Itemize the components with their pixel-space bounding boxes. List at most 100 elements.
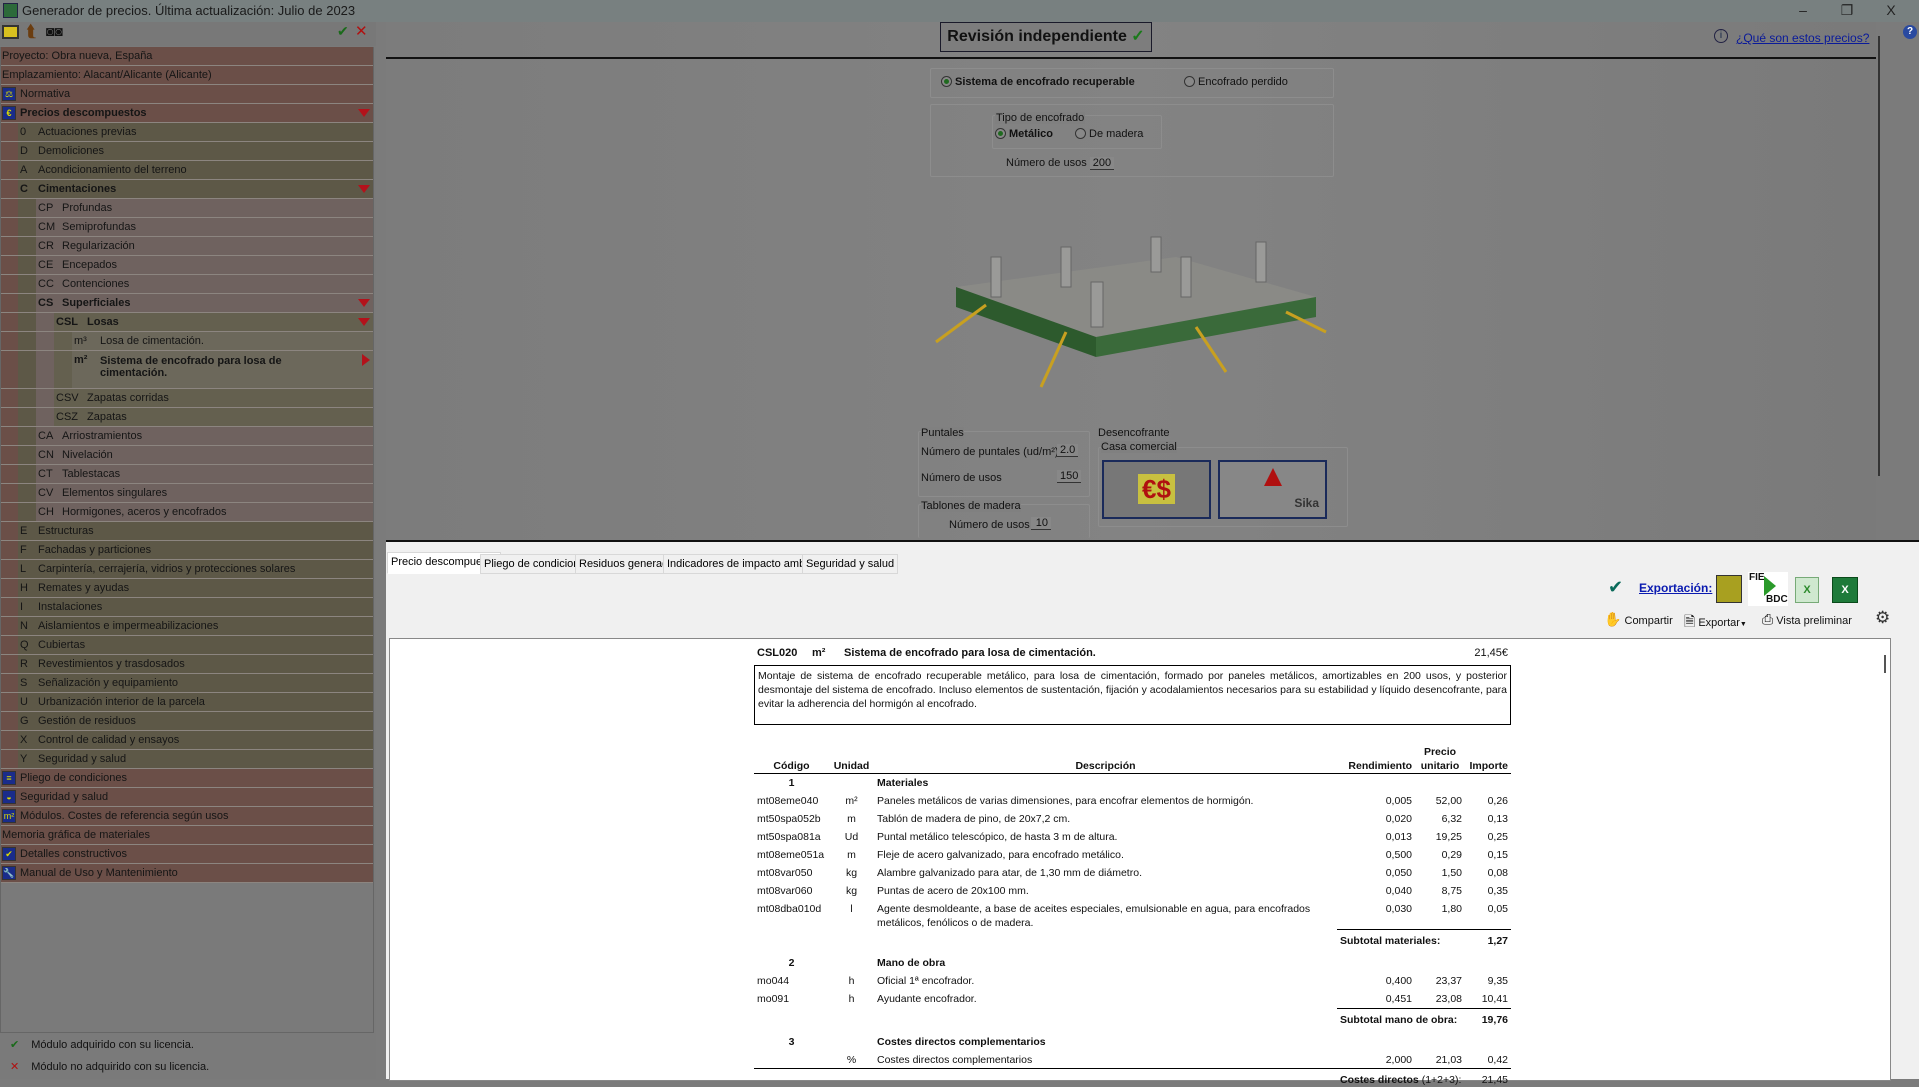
tree-item[interactable]: DDemoliciones [0,142,374,161]
tree-item[interactable]: ✔Detalles constructivos [0,845,374,864]
tree-item-body[interactable]: CSZZapatas [54,408,374,426]
radio-perdido[interactable]: Encofrado perdido [1184,76,1288,88]
tree-item-body[interactable]: ◒Seguridad y salud [0,788,374,806]
tree-item-body[interactable]: YSeguridad y salud [18,750,374,768]
what-are-prices-link[interactable]: ¿Qué son estos precios? [1736,31,1869,45]
tree-item-body[interactable]: Emplazamiento: Alacant/Alicante (Alicant… [0,66,374,84]
tree-item[interactable]: CNNivelación [0,446,374,465]
tree-item[interactable]: EEstructuras [0,522,374,541]
generic-price-button[interactable]: €$ [1102,460,1211,519]
tree-item-body[interactable]: 🔧Manual de Uso y Mantenimiento [0,864,374,882]
tree-item[interactable]: XControl de calidad y ensayos [0,731,374,750]
tree-item[interactable]: m²Módulos. Costes de referencia según us… [0,807,374,826]
expand-arrow-icon[interactable] [358,185,370,193]
tree-item-body[interactable]: Proyecto: Obra nueva, España [0,47,374,65]
tree-item-body[interactable]: EEstructuras [18,522,374,540]
tree-item[interactable]: FFachadas y particiones [0,541,374,560]
tree-item[interactable]: m²Sistema de encofrado para losa de cime… [0,351,374,389]
radio-recuperable[interactable]: Sistema de encofrado recuperable [941,76,1135,88]
tree-item[interactable]: SSeñalización y equipamiento [0,674,374,693]
radio-selected[interactable] [995,128,1006,139]
tree-item[interactable]: ◒Seguridad y salud [0,788,374,807]
print-preview-button[interactable]: ⎙ Vista preliminar [1762,611,1852,628]
binoculars-icon[interactable]: ◙◙ [46,23,63,39]
tree-item[interactable]: QCubiertas [0,636,374,655]
expand-arrow-icon[interactable] [358,299,370,307]
tree-item[interactable]: 0Actuaciones previas [0,123,374,142]
restore-button[interactable]: ❐ [1825,0,1869,22]
tree-item-body[interactable]: CCimentaciones [18,180,374,198]
tree-item[interactable]: CRRegularización [0,237,374,256]
report-scrollbar[interactable] [1884,655,1886,673]
tree-item-body[interactable]: IInstalaciones [18,598,374,616]
tree-item-body[interactable]: ≡Pliego de condiciones [0,769,374,787]
radio-unselected[interactable] [1184,76,1195,87]
tree-item[interactable]: Proyecto: Obra nueva, España [0,47,374,66]
up-level-icon[interactable]: ⮬ [26,22,36,42]
tree-item-body[interactable]: HRemates y ayudas [18,579,374,597]
tree-item-body[interactable]: m³Losa de cimentación. [72,332,374,350]
export-fie-bdc-button[interactable]: FIE BDC [1748,572,1788,606]
tree-item-body[interactable]: ⚖Normativa [0,85,374,103]
tree-item-body[interactable]: NAislamientos e impermeabilizaciones [18,617,374,635]
tree-item[interactable]: UUrbanización interior de la parcela [0,693,374,712]
tablones-usos-input[interactable]: 10 [1031,517,1051,530]
tree-item[interactable]: CTTablestacas [0,465,374,484]
tree-item[interactable]: AAcondicionamiento del terreno [0,161,374,180]
tree-item[interactable]: Emplazamiento: Alacant/Alicante (Alicant… [0,66,374,85]
tree-item-body[interactable]: RRevestimientos y trasdosados [18,655,374,673]
tree-item[interactable]: HRemates y ayudas [0,579,374,598]
tree-item[interactable]: ≡Pliego de condiciones [0,769,374,788]
tree-item[interactable]: IInstalaciones [0,598,374,617]
tree-item-body[interactable]: CHHormigones, aceros y encofrados [36,503,374,521]
tree-item-body[interactable]: CRRegularización [36,237,374,255]
tree-item[interactable]: 🔧Manual de Uso y Mantenimiento [0,864,374,883]
tree-item[interactable]: €Precios descompuestos [0,104,374,123]
help-icon[interactable]: ? [1903,25,1917,39]
tree-item[interactable]: CHHormigones, aceros y encofrados [0,503,374,522]
tree-item-body[interactable]: €Precios descompuestos [0,104,374,122]
tree-item-body[interactable]: CTTablestacas [36,465,374,483]
tree-item[interactable]: Memoria gráfica de materiales [0,826,374,845]
tree-item-body[interactable]: SSeñalización y equipamiento [18,674,374,692]
puntales-usos-input[interactable]: 150 [1057,470,1081,483]
tree-item[interactable]: CSZZapatas [0,408,374,427]
tree-item[interactable]: CSVZapatas corridas [0,389,374,408]
tree-item[interactable]: CVElementos singulares [0,484,374,503]
tree-item[interactable]: RRevestimientos y trasdosados [0,655,374,674]
tree-item-body[interactable]: AAcondicionamiento del terreno [18,161,374,179]
accept-icon[interactable]: ✔ [337,23,349,40]
tree-item-body[interactable]: LCarpintería, cerrajería, vidrios y prot… [18,560,374,578]
tree-item[interactable]: CPProfundas [0,199,374,218]
sika-button[interactable]: Sika [1218,460,1327,519]
tree-item-body[interactable]: m²Módulos. Costes de referencia según us… [0,807,374,825]
cancel-icon[interactable]: ✕ [355,22,368,40]
usos-input[interactable]: 200 [1090,157,1114,170]
export-excel-light-icon[interactable]: X [1795,577,1819,603]
tree-item[interactable]: CCContenciones [0,275,374,294]
tree-item-body[interactable]: CNNivelación [36,446,374,464]
tree-item[interactable]: CAArriostramientos [0,427,374,446]
tree-item-body[interactable]: CCContenciones [36,275,374,293]
tree-item-body[interactable]: CPProfundas [36,199,374,217]
independent-review-button[interactable]: Revisión independiente ✓ [940,22,1152,52]
tree-item-body[interactable]: XControl de calidad y ensayos [18,731,374,749]
tree-item[interactable]: CSSuperficiales [0,294,374,313]
tree-item[interactable]: m³Losa de cimentación. [0,332,374,351]
tree-item-body[interactable]: ✔Detalles constructivos [0,845,374,863]
tree-item[interactable]: ⚖Normativa [0,85,374,104]
puntales-num-input[interactable]: 2.0 [1057,444,1078,457]
tree-item-body[interactable]: CEEncepados [36,256,374,274]
tab-seguridad-y-salud[interactable]: Seguridad y salud [802,554,898,574]
tree-item-body[interactable]: m²Sistema de encofrado para losa de cime… [72,351,374,388]
expand-arrow-icon[interactable] [358,109,370,117]
tree-item-body[interactable]: CSLLosas [54,313,374,331]
radio-unselected[interactable] [1075,128,1086,139]
expand-arrow-icon[interactable] [358,318,370,326]
radio-metalico[interactable]: Metálico [995,128,1053,140]
tree-item-body[interactable]: CAArriostramientos [36,427,374,445]
tree-item-body[interactable]: 0Actuaciones previas [18,123,374,141]
tree-item[interactable]: CEEncepados [0,256,374,275]
tree-item-body[interactable]: QCubiertas [18,636,374,654]
tree-item-body[interactable]: UUrbanización interior de la parcela [18,693,374,711]
